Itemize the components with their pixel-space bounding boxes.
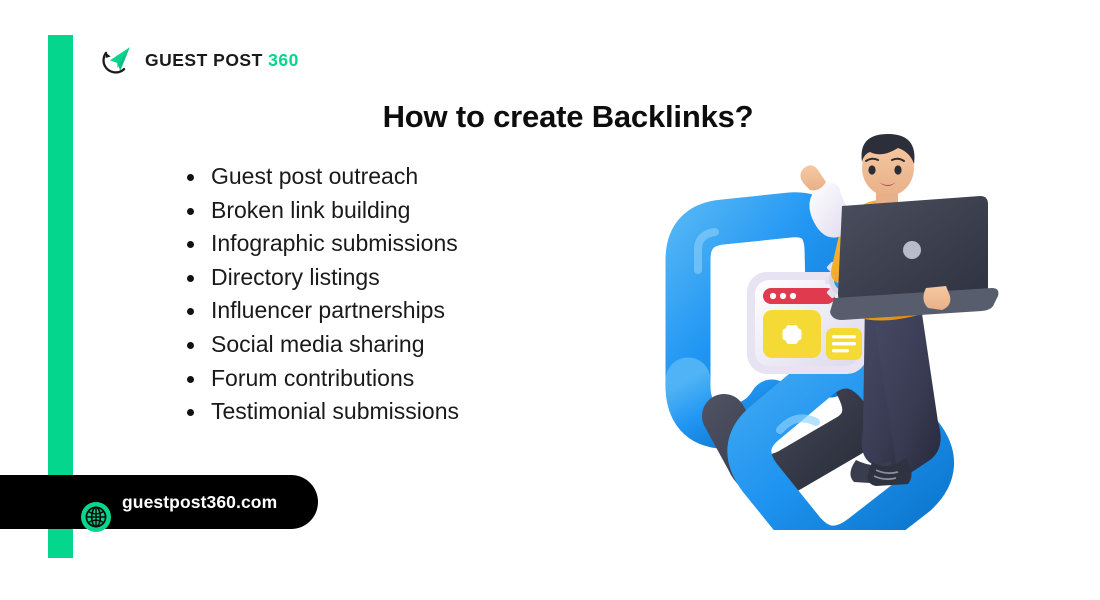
laptop [830,196,999,320]
website-url-text: guestpost360.com [122,491,278,512]
list-item: Guest post outreach [180,160,600,194]
list-item: Directory listings [180,261,600,295]
brand-name-suffix: 360 [268,49,299,70]
brand-logo: GUEST POST 360 [98,41,299,79]
backlink-methods-list: Guest post outreach Broken link building… [180,160,600,429]
website-url-badge[interactable]: guestpost360.com [0,475,318,532]
person-hand-left [800,165,826,191]
list-item: Forum contributions [180,362,600,396]
backlink-chain-person-illustration [620,130,1020,530]
list-item: Influencer partnerships [180,294,600,328]
person-hand-right [923,286,951,310]
list-item: Infographic submissions [180,227,600,261]
list-item: Social media sharing [180,328,600,362]
brand-name: GUEST POST 360 [145,50,299,71]
paper-plane-refresh-icon [98,41,136,79]
brand-name-main: GUEST POST [145,49,269,70]
list-item: Testimonial submissions [180,395,600,429]
list-item: Broken link building [180,194,600,228]
